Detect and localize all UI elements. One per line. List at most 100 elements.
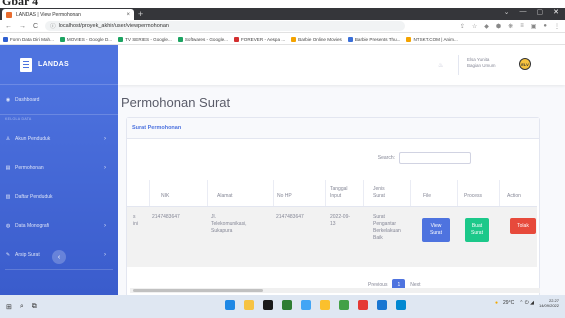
taskbar-app-icon[interactable]: [244, 300, 254, 310]
media-icon[interactable]: ≡: [520, 23, 524, 30]
sidebar-item-label: Akun Penduduk: [15, 135, 51, 142]
bookmark-item[interactable]: FOREVER - Aespa ...: [233, 36, 285, 42]
taskbar-app-icon[interactable]: [320, 300, 330, 310]
taskbar-apps: [225, 300, 406, 310]
search-input[interactable]: [399, 152, 471, 164]
chevron-left-icon: ‹: [57, 253, 61, 261]
taskbar-app-icon[interactable]: [263, 300, 273, 310]
column-header-process[interactable]: Process: [464, 193, 482, 200]
taskbar-app-icon[interactable]: [225, 300, 235, 310]
bookmark-label: MOVIES - Google D...: [66, 36, 113, 42]
sidebar-item-label: Arsip Surat: [15, 251, 40, 258]
taskbar-app-icon[interactable]: [282, 300, 292, 310]
table-header-border: [127, 206, 537, 207]
sidebar-item-akun-penduduk[interactable]: ♙ Akun Penduduk ›: [0, 124, 118, 153]
column-divider: [499, 180, 500, 207]
column-divider: [457, 180, 458, 207]
bookmark-favicon-icon: [233, 36, 239, 42]
tab-close-icon[interactable]: ×: [126, 12, 130, 18]
bookmark-item[interactable]: Form Data Diri Mah...: [3, 36, 54, 42]
extension-icon[interactable]: ❋: [508, 23, 513, 30]
task-view-icon[interactable]: ⧉: [32, 303, 37, 311]
sidebar-item-dashboard[interactable]: ◉ Dashboard: [0, 85, 118, 114]
chevron-right-icon: ›: [104, 164, 106, 171]
clock[interactable]: 22.27 14/09/2022: [539, 298, 559, 308]
scrollbar-thumb[interactable]: [133, 289, 263, 292]
sidebar: LANDAS ◉ Dashboard KELOLA DATA ♙ Akun Pe…: [0, 45, 118, 295]
column-header-no-hp[interactable]: No HP: [277, 193, 292, 200]
tab-search-icon[interactable]: ⌄: [504, 8, 510, 16]
tab-favicon-icon: [6, 11, 12, 18]
windows-start-icon[interactable]: ⊞: [6, 303, 12, 311]
weather-temp[interactable]: 29°C: [503, 300, 514, 306]
column-header-alamat[interactable]: Alamat: [217, 193, 233, 200]
bookmark-favicon-icon: [118, 36, 124, 42]
back-arrow-icon[interactable]: ←: [5, 23, 12, 30]
sidepanel-icon[interactable]: ▣: [531, 23, 537, 30]
user-info[interactable]: Elsa Yunita Bagian Umum: [467, 57, 496, 69]
extension-icon[interactable]: ⬢: [496, 23, 501, 30]
sidebar-brand[interactable]: LANDAS: [0, 45, 118, 85]
close-window-button[interactable]: ✕: [553, 8, 559, 16]
reload-icon[interactable]: C: [33, 23, 38, 30]
sidebar-item-data-monografi[interactable]: ◍ Data Monografi ›: [0, 211, 118, 240]
taskbar-app-icon[interactable]: [339, 300, 349, 310]
tray-icons[interactable]: ⌃ ⏻ ◢: [519, 300, 534, 306]
column-header-nik[interactable]: NIK: [161, 193, 169, 200]
topbar-divider: [458, 55, 459, 75]
maximize-button[interactable]: ▢: [537, 8, 544, 16]
buat-surat-button[interactable]: Buat Surat: [465, 218, 489, 242]
sidebar-toggle-button[interactable]: ‹: [52, 250, 66, 264]
site-info-icon[interactable]: ⓘ: [50, 22, 56, 30]
bookmark-label: NTSKT.COM | Anim...: [413, 36, 458, 42]
url-text: localhost/proyek_akhir/user/viewpermohon…: [58, 23, 169, 29]
topbar: ♨ Elsa Yunita Bagian Umum ELV: [118, 45, 565, 85]
address-bar[interactable]: ⓘ localhost/proyek_akhir/user/viewpermoh…: [45, 21, 406, 31]
permohonan-table: NIK Alamat No HP Tanggal Input Jenis Sur…: [127, 180, 537, 270]
extension-icon[interactable]: ◆: [484, 23, 489, 30]
share-icon[interactable]: ⇪: [460, 23, 465, 30]
taskbar-app-icon[interactable]: [396, 300, 406, 310]
tolak-button[interactable]: Tolak: [510, 218, 536, 234]
browser-tab[interactable]: LANDAS | View Permohonan ×: [2, 9, 134, 20]
chevron-right-icon: ›: [104, 222, 106, 229]
bookmark-favicon-icon: [177, 36, 183, 42]
bookmark-item[interactable]: Barbie Online Movies: [291, 36, 342, 42]
column-header-jenis-surat[interactable]: Jenis Surat: [373, 186, 385, 200]
bookmark-label: Softwares - Google...: [184, 36, 228, 42]
taskbar-app-icon[interactable]: [358, 300, 368, 310]
forward-arrow-icon[interactable]: →: [19, 23, 26, 30]
taskbar: ⊞ ⌕ ⧉ ● 29°C ⌃ ⏻ ◢ 22.27 14/09/2022: [0, 295, 565, 318]
minimize-button[interactable]: —: [520, 8, 527, 16]
notification-icon[interactable]: ♨: [438, 62, 443, 69]
bookmark-item[interactable]: TV SERIES - Google...: [118, 36, 172, 42]
dashboard-icon: ◉: [5, 96, 11, 103]
horizontal-scrollbar[interactable]: [130, 288, 540, 293]
bookmark-star-icon[interactable]: ☆: [472, 23, 477, 30]
column-header-tanggal-input[interactable]: Tanggal Input: [330, 186, 348, 200]
sidebar-divider: [5, 269, 113, 270]
bookmark-item[interactable]: MOVIES - Google D...: [59, 36, 113, 42]
search-icon[interactable]: ⌕: [20, 303, 24, 311]
column-header-action[interactable]: Action: [507, 193, 521, 200]
tab-title: LANDAS | View Permohonan: [16, 11, 81, 18]
profile-icon[interactable]: ●: [543, 23, 547, 30]
view-surat-button[interactable]: View Surat: [422, 218, 450, 242]
bookmark-label: Barbie Online Movies: [298, 36, 342, 42]
sidebar-item-permohonan[interactable]: ▤ Permohonan ›: [0, 153, 118, 182]
taskbar-app-icon[interactable]: [377, 300, 387, 310]
menu-kebab-icon[interactable]: ⋮: [554, 23, 560, 30]
bookmark-item[interactable]: Barbie Presents Thu...: [347, 36, 400, 42]
bookmark-item[interactable]: Softwares - Google...: [177, 36, 228, 42]
taskbar-app-icon[interactable]: [301, 300, 311, 310]
column-header-file[interactable]: File: [423, 193, 431, 200]
document-heading-strip: Gbar 4: [0, 0, 565, 8]
user-icon: ♙: [5, 135, 11, 142]
new-tab-button[interactable]: +: [138, 9, 143, 19]
sidebar-item-daftar-penduduk[interactable]: ▥ Daftar Penduduk: [0, 182, 118, 211]
window-controls: ⌄ — ▢ ✕: [504, 8, 559, 16]
bookmark-item[interactable]: NTSKT.COM | Anim...: [406, 36, 458, 42]
column-divider: [410, 180, 411, 207]
cell-jenis-surat: Surat Pengantar Berkelakuan Baik: [373, 214, 401, 241]
avatar[interactable]: ELV: [519, 58, 531, 70]
